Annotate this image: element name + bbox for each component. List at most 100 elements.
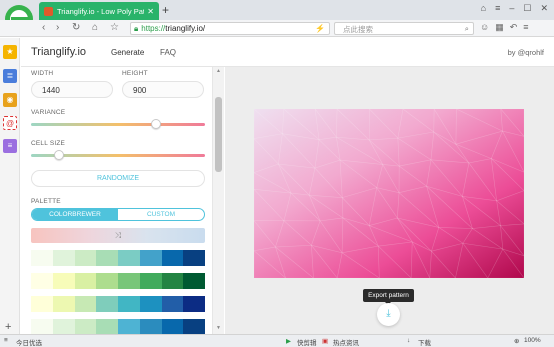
title-bar: Trianglify.io - Low Poly Pattern ✕ + ⌂ ≡… [0,0,554,20]
add-sidebar-item-button[interactable]: + [5,321,11,333]
extensions-icon[interactable]: ▦ [495,22,504,33]
palette-swatch [31,296,53,312]
status-item-video-edit[interactable]: 快剪辑 [297,337,317,347]
video-edit-icon[interactable]: ▶ [286,337,291,345]
zoom-level[interactable]: 100% [524,337,541,344]
palette-swatch [118,319,140,334]
palette-option[interactable] [31,296,205,312]
width-input[interactable]: 1440 [31,81,113,98]
site-header: Trianglify.io Generate FAQ by @qrohlf [21,38,554,67]
palette-option[interactable] [31,273,205,289]
variance-slider-handle[interactable] [151,119,162,129]
user-icon[interactable]: ☺ [480,22,489,33]
favorite-icon[interactable]: ☆ [110,22,119,33]
close-window-button[interactable]: ✕ [540,3,548,14]
palette-swatch [31,250,53,266]
nav-faq[interactable]: FAQ [160,48,176,57]
export-tooltip: Export pattern [363,289,414,305]
more-menu-icon[interactable]: ≡ [523,22,528,33]
reading-list-icon[interactable]: ≣ [3,69,17,83]
favorites-sidebar-icon[interactable]: ★ [3,45,17,59]
lock-icon: 🔒︎ [134,23,139,33]
palette-swatch [139,319,162,334]
scroll-down-icon[interactable]: ▼ [216,325,221,331]
export-button[interactable]: ⤓ [377,303,400,326]
tab-trianglify[interactable]: Trianglify.io - Low Poly Pattern ✕ [39,2,159,20]
status-bar: ≡ 今日优选 ▶ 快剪辑 ▣ 热点资讯 ↓ 下载 ⊕ 100% [0,334,554,347]
status-item-download[interactable]: 下载 [418,337,431,347]
palette-swatch [183,296,205,312]
height-label: HEIGHT [122,70,148,77]
current-palette-preview[interactable]: ⤨ [31,228,205,243]
palette-swatch [161,319,184,334]
cell-size-label: CELL SIZE [31,140,66,147]
new-tab-button[interactable]: + [162,3,169,17]
tab-close-icon[interactable]: ✕ [147,7,154,16]
palette-swatch [52,273,75,289]
palette-option[interactable] [31,319,205,334]
maximize-button[interactable]: ☐ [523,3,531,14]
palette-swatch [31,273,53,289]
palette-swatch [31,319,53,334]
tab-custom[interactable]: CUSTOM [118,209,204,220]
palette-swatch [139,250,162,266]
download-icon: ⤓ [386,308,391,319]
tab-title: Trianglify.io - Low Poly Pattern [57,6,145,16]
speed-mode-icon[interactable]: ⚡ [315,24,325,33]
address-bar[interactable]: 🔒︎ https:// trianglify.io/ ⚡ [130,22,330,35]
navigation-bar: ‹ › ↻ ⌂ ☆ 🔒︎ https:// trianglify.io/ ⚡ 点… [0,20,554,37]
back-icon[interactable]: ‹ [42,22,45,33]
palette-swatch [74,250,97,266]
skin-icon[interactable]: ⌂ [481,3,486,14]
palette-swatch [183,319,205,334]
news-icon[interactable]: ▣ [322,337,328,345]
url-host: trianglify.io/ [165,24,206,33]
panel-scrollbar[interactable]: ▲ ▼ [212,67,224,334]
cell-size-slider-handle[interactable] [53,150,64,160]
status-menu-icon[interactable]: ≡ [4,337,8,344]
nav-generate[interactable]: Generate [111,48,144,57]
download-status-icon[interactable]: ↓ [407,337,410,344]
variance-label: VARIANCE [31,109,66,116]
palette-swatch [96,250,118,266]
browser-sidebar: ★ ≣ ◉ @ ≡ + [0,38,20,334]
author-link[interactable]: by @qrohlf [508,48,544,57]
notes-icon[interactable]: ≡ [3,139,17,153]
tab-colorbrewer[interactable]: COLORBREWER [32,209,118,220]
toolbar-right: ☺ ▦ ↶ ≡ [480,22,529,33]
status-item-news[interactable]: 热点资讯 [333,337,359,347]
variance-slider[interactable] [31,123,205,126]
randomize-button[interactable]: RANDOMIZE [31,170,205,187]
scroll-up-icon[interactable]: ▲ [216,68,221,74]
tab-favicon-icon [44,6,53,16]
weibo-icon[interactable]: ◉ [3,93,17,107]
daily-picks-link[interactable]: 今日优选 [16,337,42,347]
forward-icon[interactable]: › [56,22,59,33]
undo-icon[interactable]: ↶ [510,22,518,33]
home-icon[interactable]: ⌂ [92,22,98,33]
preview-area: Export pattern ⤓ [225,67,554,334]
palette-swatch [161,296,184,312]
zoom-icon[interactable]: ⊕ [514,337,519,345]
palette-swatch [118,273,140,289]
palette-swatch [96,273,118,289]
minimize-button[interactable]: – [509,3,514,14]
height-input[interactable]: 900 [122,81,204,98]
palette-swatch [161,273,184,289]
refresh-icon[interactable]: ↻ [72,22,80,33]
palette-option[interactable] [31,250,205,266]
mail-icon[interactable]: @ [3,116,17,130]
search-input[interactable]: 点此搜索 ⌕ [334,22,474,35]
palette-swatch [96,319,118,334]
palette-swatch [183,250,205,266]
site-logo[interactable]: Trianglify.io [31,46,86,58]
menu-icon[interactable]: ≡ [495,3,500,14]
window-controls: ⌂ ≡ – ☐ ✕ [481,3,548,14]
shuffle-icon[interactable]: ⤨ [115,231,121,240]
url-scheme: https:// [141,24,166,33]
pattern-preview [254,109,524,278]
controls-panel: WIDTH HEIGHT 1440 900 VARIANCE CELL SIZE… [21,67,212,334]
palette-swatch [74,319,97,334]
scrollbar-thumb[interactable] [215,97,222,172]
search-icon[interactable]: ⌕ [465,24,469,34]
